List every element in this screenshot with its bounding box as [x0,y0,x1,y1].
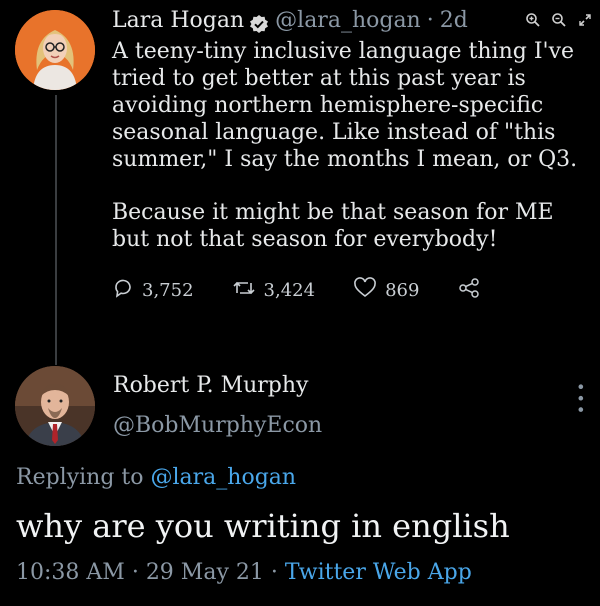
expand-icon[interactable] [576,12,594,32]
zoom-in-icon[interactable] [524,12,542,32]
zoom-out-icon[interactable] [550,12,568,32]
author-name[interactable]: Lara Hogan [112,4,244,38]
replying-to-handle[interactable]: @lara_hogan [151,465,297,490]
reply-author-handle[interactable]: @BobMurphyEcon [113,410,322,442]
robert-murphy-avatar[interactable] [15,366,95,446]
zoom-toolbar [524,12,594,32]
reply-author-name[interactable]: Robert P. Murphy [113,370,322,402]
reply-metadata: 10:38 AM · 29 May 21 · Twitter Web App [16,557,472,589]
replying-to-line: Replying to @lara_hogan [16,462,296,494]
author-handle[interactable]: @lara_hogan [275,4,421,38]
retweet-action[interactable]: 3,424 [232,277,316,304]
tweet-paragraph: Because it might be that season for ME b… [112,200,554,252]
retweet-icon [232,277,264,304]
reply-count: 3,752 [142,280,194,301]
reply-text: why are you writing in english [16,507,510,545]
tweet-paragraph: A teeny-tiny inclusive language thing I'… [112,39,578,172]
reply-time[interactable]: 10:38 AM [16,560,125,585]
dot-separator: · [426,8,434,33]
share-action[interactable] [457,277,489,304]
original-tweet: Lara Hogan @lara_hogan · 2d A teeny-tiny… [112,4,596,304]
reply-action[interactable]: 3,752 [112,277,194,304]
replying-prefix: Replying to [16,465,144,490]
lara-hogan-avatar[interactable] [15,10,95,90]
verified-badge-icon [249,11,269,33]
meta-separator: · [270,560,278,585]
tweet-actions: 3,752 3,424 869 [112,277,596,304]
meta-separator: · [131,560,139,585]
retweet-count: 3,424 [263,280,316,301]
tweet-body: A teeny-tiny inclusive language thing I'… [112,38,596,253]
share-icon [457,277,489,304]
thread-connector-line [55,95,57,365]
more-icon[interactable]: ••• [571,382,590,416]
reply-author: Robert P. Murphy @BobMurphyEcon [113,370,322,442]
like-count: 869 [385,280,420,301]
reply-date[interactable]: 29 May 21 [146,560,264,585]
reply-icon [112,277,142,304]
like-icon [353,277,385,304]
tweet-age[interactable]: 2d [440,4,468,38]
like-action[interactable]: 869 [353,277,419,304]
source-app-link[interactable]: Twitter Web App [285,560,472,585]
